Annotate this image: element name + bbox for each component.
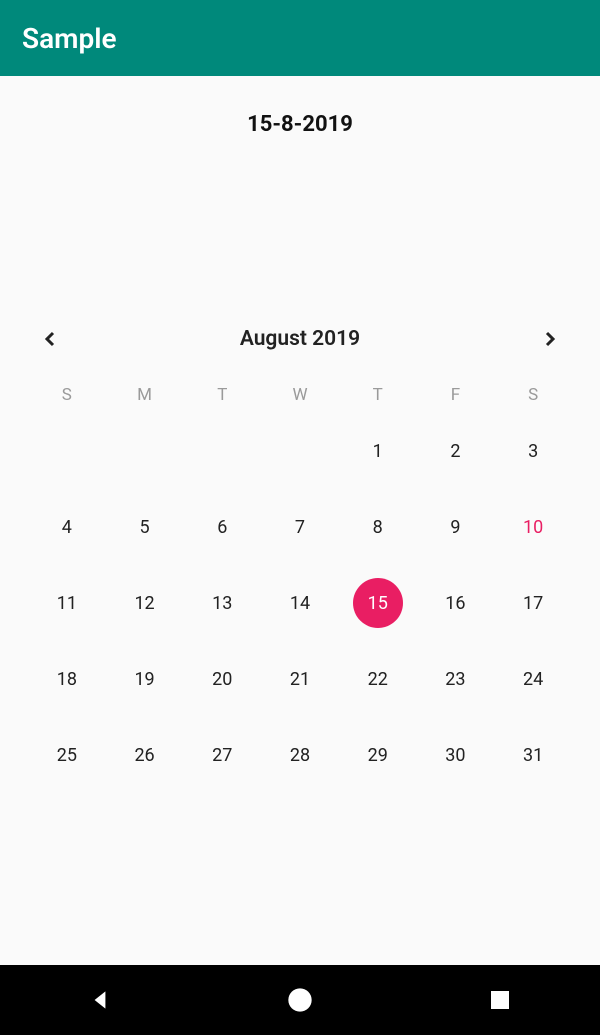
day-cell[interactable]: 13	[183, 581, 261, 625]
day-cell[interactable]: 21	[261, 657, 339, 701]
day-cell-empty	[183, 429, 261, 473]
day-cell[interactable]: 1	[339, 429, 417, 473]
day-number: 9	[450, 517, 460, 538]
day-cell[interactable]: 6	[183, 505, 261, 549]
day-cell[interactable]: 24	[494, 657, 572, 701]
day-number: 18	[57, 669, 77, 690]
day-number: 15	[368, 593, 388, 614]
day-number: 8	[373, 517, 383, 538]
prev-month-button[interactable]	[34, 323, 66, 355]
chevron-left-icon	[42, 331, 58, 347]
day-number: 19	[134, 669, 154, 690]
day-cell[interactable]: 9	[417, 505, 495, 549]
back-button[interactable]	[80, 980, 120, 1020]
square-recent-icon	[488, 988, 512, 1012]
weekday-cell: T	[339, 385, 417, 405]
day-number: 16	[445, 593, 465, 614]
day-cell[interactable]: 8	[339, 505, 417, 549]
calendar-header: August 2019	[28, 323, 572, 385]
day-number: 4	[62, 517, 72, 538]
day-cell[interactable]: 29	[339, 733, 417, 777]
days-grid: 1234567891011121314151617181920212223242…	[28, 429, 572, 777]
day-number: 10	[523, 517, 543, 538]
day-cell[interactable]: 3	[494, 429, 572, 473]
day-cell[interactable]: 26	[106, 733, 184, 777]
day-cell[interactable]: 16	[417, 581, 495, 625]
weekday-cell: S	[28, 385, 106, 405]
app-bar: Sample	[0, 0, 600, 76]
day-cell[interactable]: 28	[261, 733, 339, 777]
weekday-cell: W	[261, 385, 339, 405]
day-cell-empty	[28, 429, 106, 473]
home-button[interactable]	[280, 980, 320, 1020]
day-cell-empty	[106, 429, 184, 473]
weekday-cell: M	[106, 385, 184, 405]
day-cell[interactable]: 27	[183, 733, 261, 777]
day-cell[interactable]: 31	[494, 733, 572, 777]
day-number: 29	[368, 745, 388, 766]
day-number: 14	[290, 593, 310, 614]
weekday-cell: S	[494, 385, 572, 405]
circle-home-icon	[286, 986, 314, 1014]
day-number: 11	[57, 593, 77, 614]
day-cell[interactable]: 7	[261, 505, 339, 549]
day-cell[interactable]: 2	[417, 429, 495, 473]
triangle-back-icon	[87, 987, 113, 1013]
day-number: 20	[212, 669, 232, 690]
system-nav-bar	[0, 965, 600, 1035]
day-number: 30	[445, 745, 465, 766]
day-number: 21	[290, 669, 310, 690]
chevron-right-icon	[542, 331, 558, 347]
recent-button[interactable]	[480, 980, 520, 1020]
day-cell[interactable]: 30	[417, 733, 495, 777]
day-cell[interactable]: 11	[28, 581, 106, 625]
day-number: 6	[217, 517, 227, 538]
day-number: 12	[134, 593, 154, 614]
app-title: Sample	[22, 22, 117, 55]
day-number: 23	[445, 669, 465, 690]
day-cell[interactable]: 14	[261, 581, 339, 625]
day-number: 28	[290, 745, 310, 766]
day-cell[interactable]: 20	[183, 657, 261, 701]
day-cell[interactable]: 18	[28, 657, 106, 701]
day-cell[interactable]: 12	[106, 581, 184, 625]
day-cell[interactable]: 4	[28, 505, 106, 549]
day-number: 31	[523, 745, 543, 766]
main-content: 15-8-2019 August 2019 SMTWTFS 1234567891…	[0, 76, 600, 777]
day-cell-empty	[261, 429, 339, 473]
day-number: 26	[134, 745, 154, 766]
day-cell[interactable]: 23	[417, 657, 495, 701]
day-cell[interactable]: 19	[106, 657, 184, 701]
day-cell[interactable]: 25	[28, 733, 106, 777]
day-number: 24	[523, 669, 543, 690]
weekday-row: SMTWTFS	[28, 385, 572, 429]
calendar: August 2019 SMTWTFS 12345678910111213141…	[0, 317, 600, 777]
weekday-cell: F	[417, 385, 495, 405]
day-number: 22	[368, 669, 388, 690]
day-number: 17	[523, 593, 543, 614]
day-number: 25	[57, 745, 77, 766]
day-cell[interactable]: 5	[106, 505, 184, 549]
day-cell[interactable]: 17	[494, 581, 572, 625]
day-cell[interactable]: 22	[339, 657, 417, 701]
month-title: August 2019	[240, 327, 360, 351]
day-number: 7	[295, 517, 305, 538]
day-number: 1	[373, 441, 383, 462]
day-number: 5	[140, 517, 150, 538]
next-month-button[interactable]	[534, 323, 566, 355]
day-cell[interactable]: 15	[339, 581, 417, 625]
selected-date-label: 15-8-2019	[0, 76, 600, 149]
day-number: 13	[212, 593, 232, 614]
day-number: 27	[212, 745, 232, 766]
weekday-cell: T	[183, 385, 261, 405]
day-number: 2	[450, 441, 460, 462]
day-number: 3	[528, 441, 538, 462]
day-cell[interactable]: 10	[494, 505, 572, 549]
